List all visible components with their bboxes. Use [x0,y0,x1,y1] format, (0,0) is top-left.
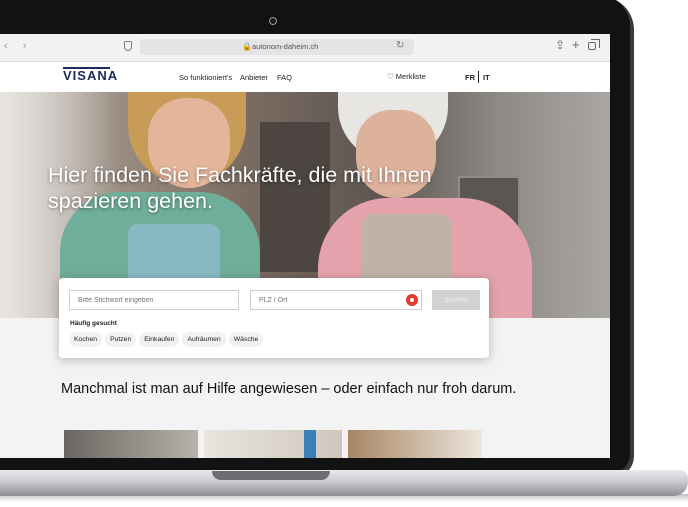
chip-einkaufen[interactable]: Einkaufen [139,332,180,347]
lang-it[interactable]: IT [483,73,490,82]
laptop-opening-notch [212,471,330,480]
teaser-thumbnail[interactable] [348,430,482,458]
nav-providers[interactable]: Anbieter [240,73,268,82]
webcam-icon [269,17,277,25]
lang-fr[interactable]: FR [465,73,475,82]
teaser-thumbnail[interactable] [64,430,198,458]
url-text[interactable]: autonom-daheim.ch [252,42,318,51]
back-forward-icon[interactable]: ‹ › [4,40,32,52]
site-header: VISANA So funktioniert's Anbieter FAQ ♡ … [0,62,610,92]
new-tab-icon[interactable]: + [572,37,580,52]
lock-icon: 🔒 [242,42,252,51]
lang-divider [478,71,479,83]
laptop-base [0,470,688,496]
search-button[interactable]: Suchen [432,290,480,310]
search-card: Suchen Häufig gesucht Kochen Putzen Eink… [59,278,489,358]
teaser-thumbnails [64,430,484,458]
keyword-search-input[interactable] [69,290,239,310]
nav-faq[interactable]: FAQ [277,73,292,82]
reload-icon[interactable]: ↻ [396,40,404,51]
chip-waesche[interactable]: Wäsche [228,332,264,347]
chip-aufraeumen[interactable]: Aufräumen [182,332,226,347]
nav-how-it-works[interactable]: So funktioniert's [179,73,232,82]
frequent-search-chips: Kochen Putzen Einkaufen Aufräumen Wäsche [69,332,264,347]
address-bar[interactable]: 🔒 autonom-daheim.ch ↻ [140,39,414,55]
browser-toolbar: ‹ › 🔒 autonom-daheim.ch ↻ ⇪ + [0,34,610,62]
chip-kochen[interactable]: Kochen [69,332,103,347]
location-search-input[interactable] [250,290,422,310]
section-title: Manchmal ist man auf Hilfe angewiesen – … [61,381,517,397]
tabs-overview-icon[interactable] [588,39,600,50]
hero-title: Hier finden Sie Fachkräfte, die mit Ihne… [48,163,432,213]
chip-putzen[interactable]: Putzen [105,332,137,347]
laptop-screen: ‹ › 🔒 autonom-daheim.ch ↻ ⇪ + VISANA So … [0,34,610,458]
teaser-thumbnail-accent [304,430,316,458]
watchlist-link[interactable]: ♡ Merkliste [387,72,426,81]
shield-icon[interactable] [124,41,132,51]
teaser-thumbnail[interactable] [204,430,342,458]
frequent-searches-label: Häufig gesucht [70,320,117,327]
location-pin-icon[interactable] [406,294,418,306]
share-icon[interactable]: ⇪ [555,38,565,52]
visana-logo[interactable]: VISANA [63,68,118,83]
